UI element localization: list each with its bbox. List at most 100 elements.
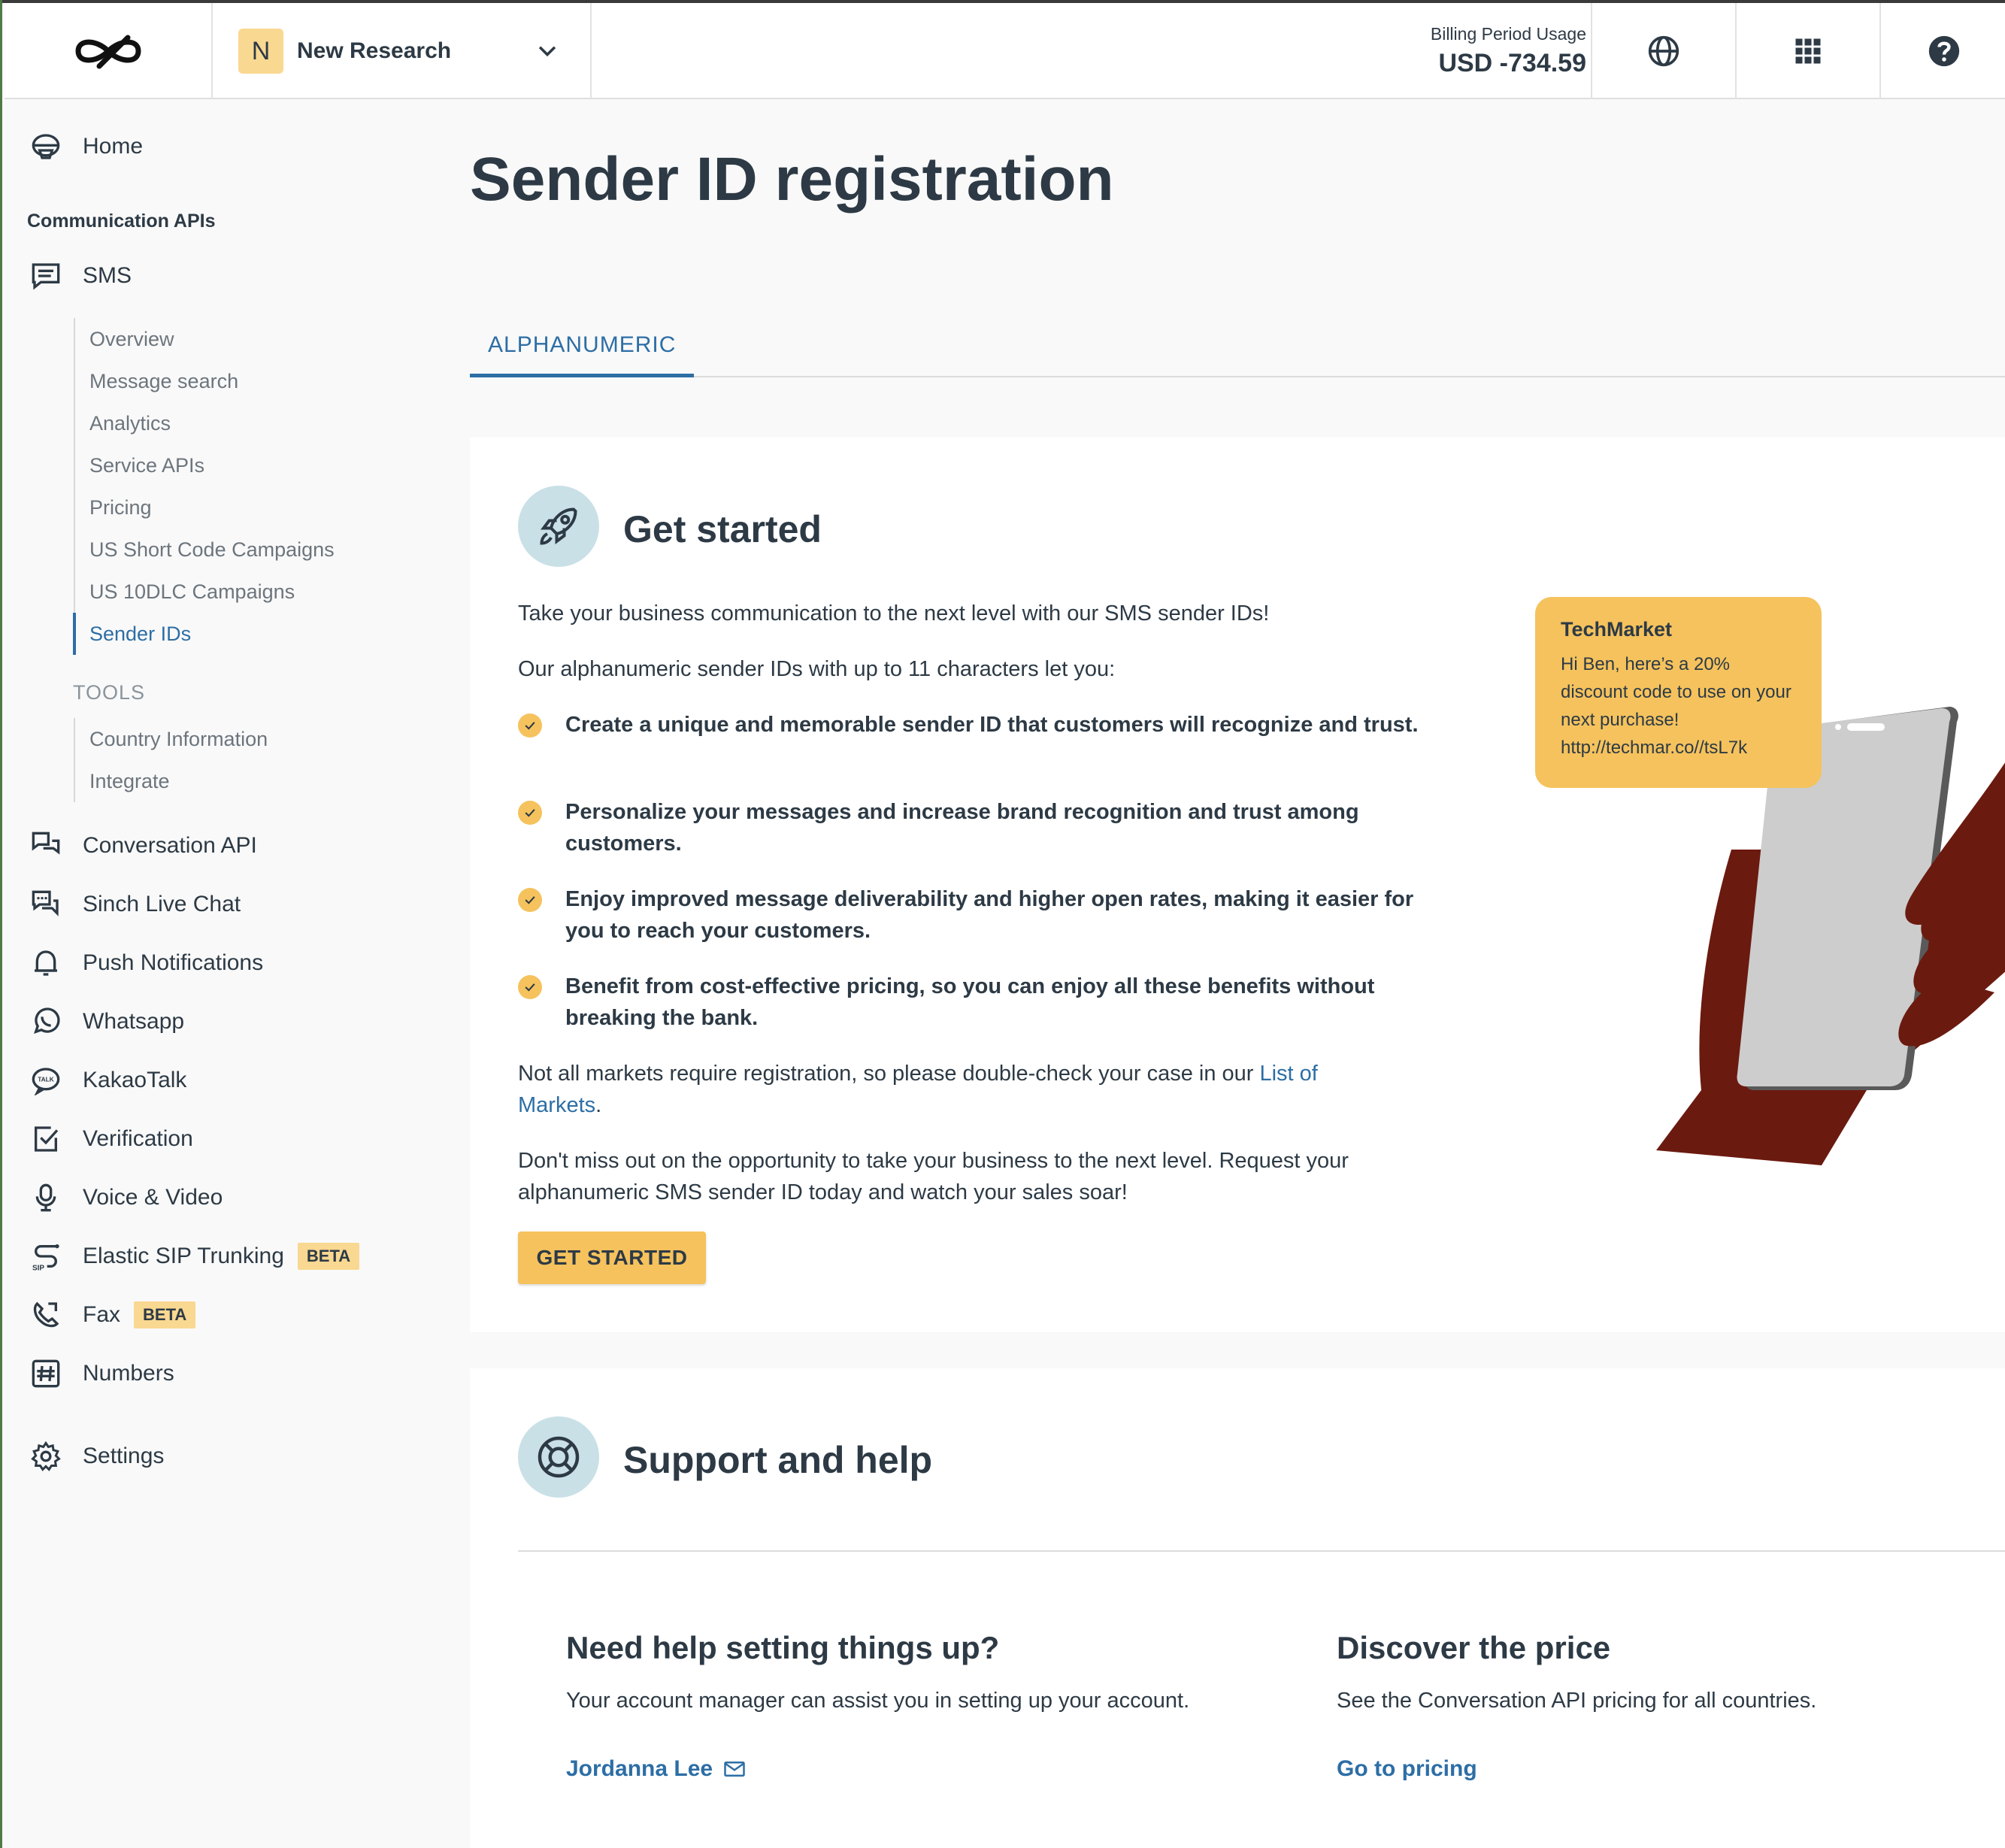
sidebar-subitem-country-information[interactable]: Country Information [75,718,268,760]
chevron-down-icon [538,46,556,57]
sidebar-item-label: Settings [83,1444,165,1468]
rocket-icon-circle [518,486,599,567]
billing-value: USD -734.59 [1438,49,1586,77]
project-avatar: N [238,29,283,74]
project-name: New Research [297,38,452,63]
sidebar: Home Communication APIs SMS Overview Mes… [5,99,441,1848]
question-icon [1928,35,1960,67]
account-manager-link[interactable]: Jordanna Lee [566,1756,746,1782]
benefit-text: Personalize your messages and increase b… [565,800,1359,856]
sidebar-item-label: Numbers [83,1361,174,1386]
markets-text: Not all markets require registration, so… [518,1058,1383,1121]
beta-badge: BETA [134,1301,196,1328]
tab-alphanumeric[interactable]: ALPHANUMERIC [470,323,695,377]
sidebar-subitem-service-apis[interactable]: Service APIs [75,444,335,486]
sidebar-item-whatsapp[interactable]: Whatsapp [29,1004,184,1039]
sidebar-item-settings[interactable]: Settings [29,1439,164,1474]
logo-icon [74,35,141,69]
language-button[interactable] [1591,3,1735,99]
markets-text-end: . [595,1093,602,1117]
sidebar-item-label: Voice & Video [83,1185,223,1210]
sidebar-item-label: Sinch Live Chat [83,892,241,916]
tools-label: TOOLS [73,681,146,704]
tools-subnav: Country Information Integrate [74,718,268,802]
help-button[interactable] [1879,3,2005,99]
billing-usage: Billing Period Usage USD -734.59 [1431,24,1586,78]
bell-icon [29,946,63,980]
message-icon [29,259,63,293]
sidebar-subitem-pricing[interactable]: Pricing [75,486,335,529]
bubble-sender: TechMarket [1561,618,1673,641]
lifebuoy-icon-circle [518,1416,599,1498]
price-heading: Discover the price [1337,1630,1611,1665]
closing-text: Don't miss out on the opportunity to tak… [518,1149,1349,1204]
apps-button[interactable] [1735,3,1879,99]
sinch-logo[interactable] [5,3,213,99]
get-started-title: Get started [623,508,822,550]
svg-text:TALK: TALK [38,1076,54,1083]
sidebar-item-label: Conversation API [83,833,257,858]
markets-text-body: Not all markets require registration, so… [518,1062,1260,1086]
sidebar-item-verification[interactable]: Verification [29,1122,193,1156]
sms-preview-bubble: TechMarket Hi Ben, here’s a 20% discount… [1535,597,1822,788]
page-title: Sender ID registration [470,145,1114,214]
sidebar-item-kakaotalk[interactable]: TALK KakaoTalk [29,1063,186,1098]
sidebar-item-sms[interactable]: SMS [29,259,132,293]
billing-label: Billing Period Usage [1430,24,1586,44]
microphone-icon [29,1180,63,1215]
home-icon [29,129,63,164]
sidebar-item-label: Push Notifications [83,950,264,975]
benefit-item: Enjoy improved message deliverability an… [518,883,1430,947]
sidebar-item-numbers[interactable]: Numbers [29,1356,174,1391]
sidebar-item-fax[interactable]: Fax BETA [29,1298,196,1332]
tab-bar: ALPHANUMERIC [470,323,2005,377]
sidebar-subitem-analytics[interactable]: Analytics [75,402,335,444]
grid-icon [1795,38,1821,64]
get-started-button[interactable]: GET STARTED [518,1231,706,1284]
support-title: Support and help [623,1439,933,1481]
sidebar-item-push-notifications[interactable]: Push Notifications [29,946,263,980]
sidebar-item-voice-video[interactable]: Voice & Video [29,1180,223,1215]
beta-badge: BETA [297,1243,360,1270]
sidebar-item-label: Home [83,134,144,159]
sidebar-item-live-chat[interactable]: Sinch Live Chat [29,887,241,922]
benefit-text: Benefit from cost-effective pricing, so … [565,974,1375,1030]
sidebar-item-label: Whatsapp [83,1009,185,1034]
app-window: N New Research Billing Period Usage USD … [0,0,2005,1848]
support-divider [518,1550,2005,1552]
help-text: Your account manager can assist you in s… [566,1689,1190,1713]
account-manager-name: Jordanna Lee [566,1756,713,1781]
gear-icon [29,1439,63,1474]
sidebar-item-label: SMS [83,263,132,288]
sidebar-subitem-sender-ids[interactable]: Sender IDs [73,613,335,655]
project-selector[interactable]: N New Research [213,3,592,99]
sidebar-subitem-us-10dlc[interactable]: US 10DLC Campaigns [75,571,335,613]
check-icon [518,975,542,999]
sidebar-item-home[interactable]: Home [29,129,143,164]
go-to-pricing-link[interactable]: Go to pricing [1337,1756,1477,1782]
globe-icon [1648,35,1679,67]
sidebar-item-conversation-api[interactable]: Conversation API [29,829,257,863]
sidebar-item-elastic-sip[interactable]: SIP Elastic SIP Trunking BETA [29,1239,360,1274]
checkbox-icon [29,1122,63,1156]
top-bar: N New Research Billing Period Usage USD … [5,3,2005,99]
sidebar-item-label: KakaoTalk [83,1068,187,1092]
sidebar-subitem-message-search[interactable]: Message search [75,360,335,402]
sidebar-subitem-integrate[interactable]: Integrate [75,760,268,802]
mail-icon [724,1762,745,1777]
sidebar-subitem-us-short-code[interactable]: US Short Code Campaigns [75,529,335,571]
hash-icon [29,1356,63,1391]
benefit-text: Create a unique and memorable sender ID … [565,713,1419,737]
benefit-text: Enjoy improved message deliverability an… [565,887,1414,943]
lifebuoy-icon [538,1436,580,1478]
check-icon [518,888,542,912]
svg-text:SIP: SIP [32,1264,44,1271]
section-label-communication-apis: Communication APIs [27,211,216,232]
benefit-item: Create a unique and memorable sender ID … [518,709,1430,741]
sidebar-item-label: Fax [83,1302,121,1327]
sidebar-subitem-overview[interactable]: Overview [75,318,335,360]
intro-text-2: Our alphanumeric sender IDs with up to 1… [518,657,1116,681]
chat-icon [29,887,63,922]
check-icon [518,801,542,825]
bubble-message: Hi Ben, here’s a 20% discount code to us… [1561,654,1791,758]
